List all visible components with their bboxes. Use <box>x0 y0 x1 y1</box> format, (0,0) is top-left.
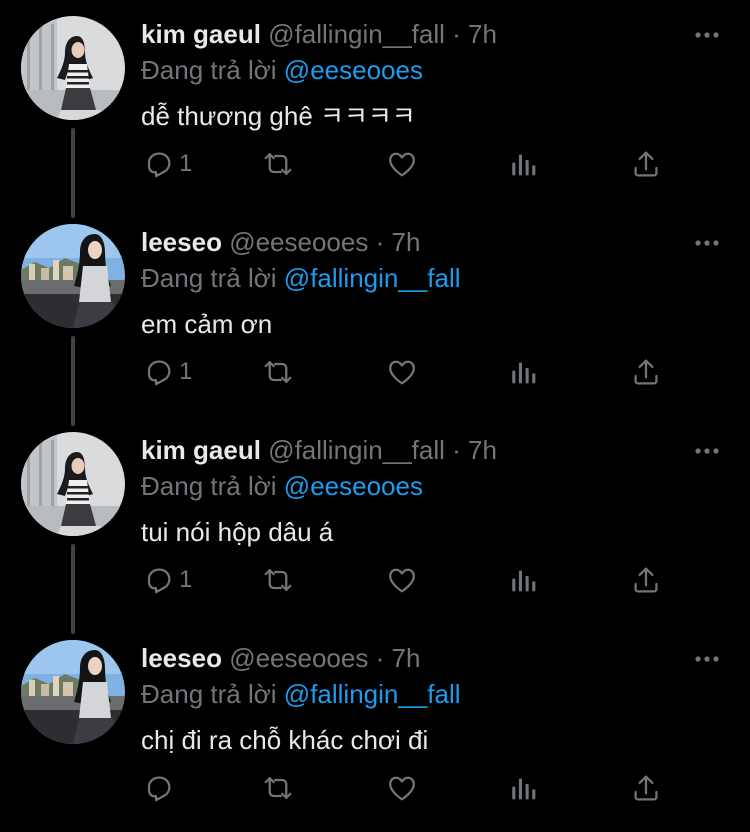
share-icon <box>630 564 662 596</box>
mention-link[interactable]: @eeseooes <box>284 471 423 501</box>
timestamp[interactable]: 7h <box>468 435 497 465</box>
like-button[interactable] <box>386 564 418 596</box>
reply-count: 1 <box>179 150 193 177</box>
replying-to: Đang trả lời @eeseooes <box>141 468 423 504</box>
views-icon <box>508 356 540 388</box>
like-button[interactable] <box>386 148 418 180</box>
avatar-photo <box>21 640 125 744</box>
action-bar: 1 <box>0 144 750 184</box>
display-name[interactable]: kim gaeul <box>141 19 261 49</box>
like-icon <box>386 772 418 804</box>
views-button[interactable] <box>508 564 540 596</box>
tweet-header: kim gaeul @fallingin__fall · 7h <box>141 16 497 52</box>
like-button[interactable] <box>386 356 418 388</box>
separator-dot: · <box>375 643 385 673</box>
avatar[interactable] <box>21 432 125 536</box>
avatar[interactable] <box>21 640 125 744</box>
tweet-text: dễ thương ghê ㅋㅋㅋㅋ <box>141 101 416 131</box>
separator-dot: · <box>452 435 461 465</box>
share-button[interactable] <box>630 564 662 596</box>
retweet-button[interactable] <box>262 356 294 388</box>
timestamp[interactable]: 7h <box>391 643 420 673</box>
reply-button[interactable]: 1 <box>143 148 192 180</box>
action-bar: 1 <box>0 352 750 392</box>
views-icon <box>508 772 540 804</box>
mention-link[interactable]: @fallingin__fall <box>284 263 461 293</box>
user-handle[interactable]: @eeseooes <box>229 227 368 257</box>
retweet-button[interactable] <box>262 772 294 804</box>
user-handle[interactable]: @eeseooes <box>229 643 368 673</box>
share-icon <box>630 148 662 180</box>
timestamp[interactable]: 7h <box>468 19 497 49</box>
retweet-icon <box>262 772 294 804</box>
tweet-header: kim gaeul @fallingin__fall · 7h <box>141 432 497 468</box>
separator-dot: · <box>375 227 385 257</box>
tweet[interactable]: kim gaeul @fallingin__fall · 7h Đang trả… <box>0 0 750 208</box>
reply-count: 1 <box>179 358 193 385</box>
separator-dot: · <box>452 19 461 49</box>
avatar-photo <box>21 224 125 328</box>
mention-link[interactable]: @eeseooes <box>284 55 423 85</box>
retweet-icon <box>262 356 294 388</box>
replying-to: Đang trả lời @fallingin__fall <box>141 676 461 712</box>
retweet-button[interactable] <box>262 148 294 180</box>
like-icon <box>386 356 418 388</box>
tweet-text: em cảm ơn <box>141 309 273 339</box>
like-icon <box>386 148 418 180</box>
tweet-text: tui nói hộp dâu á <box>141 517 334 547</box>
tweet[interactable]: kim gaeul @fallingin__fall · 7h Đang trả… <box>0 416 750 624</box>
display-name[interactable]: leeseo <box>141 227 222 257</box>
action-bar <box>0 768 750 808</box>
tweet[interactable]: leeseo @eeseooes · 7h Đang trả lời @fall… <box>0 208 750 416</box>
replying-to: Đang trả lời @fallingin__fall <box>141 260 461 296</box>
more-icon[interactable] <box>692 234 722 252</box>
more-icon[interactable] <box>692 442 722 460</box>
more-icon[interactable] <box>692 650 722 668</box>
views-button[interactable] <box>508 148 540 180</box>
reply-icon <box>143 356 175 388</box>
share-button[interactable] <box>630 772 662 804</box>
user-handle[interactable]: @fallingin__fall <box>268 19 445 49</box>
timestamp[interactable]: 7h <box>391 227 420 257</box>
tweet-header: leeseo @eeseooes · 7h <box>141 640 420 676</box>
user-handle[interactable]: @fallingin__fall <box>268 435 445 465</box>
replying-to-label: Đang trả lời <box>141 679 277 709</box>
views-button[interactable] <box>508 356 540 388</box>
like-button[interactable] <box>386 772 418 804</box>
reply-icon <box>143 148 175 180</box>
display-name[interactable]: kim gaeul <box>141 435 261 465</box>
tweet-text: chị đi ra chỗ khác chơi đi <box>141 725 429 755</box>
share-icon <box>630 772 662 804</box>
reply-icon <box>143 772 175 804</box>
reply-button[interactable]: 1 <box>143 356 192 388</box>
tweet[interactable]: leeseo @eeseooes · 7h Đang trả lời @fall… <box>0 624 750 832</box>
reply-icon <box>143 564 175 596</box>
avatar-photo <box>21 432 125 536</box>
reply-button[interactable]: 1 <box>143 564 192 596</box>
retweet-icon <box>262 148 294 180</box>
views-icon <box>508 564 540 596</box>
avatar[interactable] <box>21 16 125 120</box>
avatar[interactable] <box>21 224 125 328</box>
reply-button[interactable] <box>143 772 179 804</box>
share-icon <box>630 356 662 388</box>
like-icon <box>386 564 418 596</box>
views-icon <box>508 148 540 180</box>
mention-link[interactable]: @fallingin__fall <box>284 679 461 709</box>
replying-to-label: Đang trả lời <box>141 471 277 501</box>
more-icon[interactable] <box>692 26 722 44</box>
replying-to-label: Đang trả lời <box>141 55 277 85</box>
avatar-photo <box>21 16 125 120</box>
share-button[interactable] <box>630 356 662 388</box>
display-name[interactable]: leeseo <box>141 643 222 673</box>
views-button[interactable] <box>508 772 540 804</box>
action-bar: 1 <box>0 560 750 600</box>
retweet-icon <box>262 564 294 596</box>
replying-to-label: Đang trả lời <box>141 263 277 293</box>
reply-count: 1 <box>179 566 193 593</box>
retweet-button[interactable] <box>262 564 294 596</box>
share-button[interactable] <box>630 148 662 180</box>
replying-to: Đang trả lời @eeseooes <box>141 52 423 88</box>
tweet-header: leeseo @eeseooes · 7h <box>141 224 420 260</box>
